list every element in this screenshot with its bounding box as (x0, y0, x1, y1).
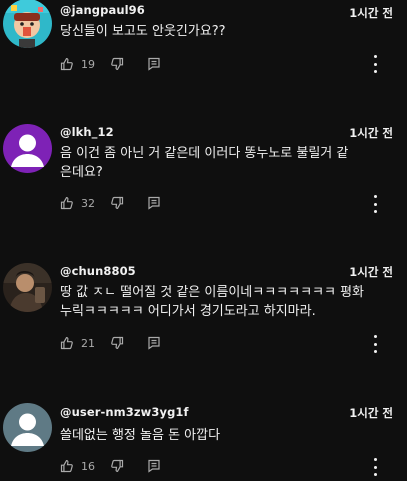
thumbs-up-icon[interactable] (60, 196, 74, 210)
thumbs-up-icon[interactable] (60, 336, 74, 350)
comment-text: 당신들이 보고도 안웃긴가요?? (60, 24, 226, 39)
avatar-photo-image (3, 263, 52, 312)
avatar-default-image (3, 124, 52, 173)
more-vertical-icon[interactable] (371, 195, 379, 213)
more-vertical-icon[interactable] (371, 335, 379, 353)
comment-actions: 32 (60, 193, 161, 213)
comment-author[interactable]: @jangpaul96 (60, 3, 145, 17)
more-vertical-icon[interactable] (371, 55, 379, 73)
comment-actions: 19 (60, 54, 161, 74)
comment-text: 땅 값 ㅈㄴ 떨어질 것 같은 이름이네ㅋㅋㅋㅋㅋㅋㅋ 평화 누릭ㅋㅋㅋㅋㅋ 어… (60, 285, 365, 319)
reply-icon[interactable] (147, 196, 161, 210)
comment-timestamp[interactable]: 1시간 전 (349, 405, 393, 421)
comment-item: @user-nm3zw3yg1f 1시간 전 쓸데없는 행정 놀음 돈 아깝다 … (0, 398, 407, 481)
reply-icon[interactable] (147, 459, 161, 473)
thumbs-up-icon[interactable] (60, 57, 74, 71)
comment-author[interactable]: @user-nm3zw3yg1f (60, 405, 189, 419)
avatar[interactable] (3, 263, 52, 312)
comment-timestamp[interactable]: 1시간 전 (349, 125, 393, 141)
avatar[interactable] (3, 124, 52, 173)
comment-author[interactable]: @lkh_12 (60, 125, 114, 139)
thumbs-up-icon[interactable] (60, 459, 74, 473)
reply-icon[interactable] (147, 336, 161, 350)
thumbs-down-icon[interactable] (110, 459, 124, 473)
comment-author[interactable]: @chun8805 (60, 264, 136, 278)
comment-item: @lkh_12 1시간 전 음 이건 좀 아닌 거 같은데 이러다 똥누노로 불… (0, 120, 407, 250)
comment-timestamp[interactable]: 1시간 전 (349, 5, 393, 21)
comment-timestamp[interactable]: 1시간 전 (349, 264, 393, 280)
thumbs-down-icon[interactable] (110, 196, 124, 210)
comment-actions: 16 (60, 456, 161, 476)
like-count: 19 (81, 57, 95, 71)
like-count: 21 (81, 336, 95, 350)
comment-text: 쓸데없는 행정 놀음 돈 아깝다 (60, 428, 221, 443)
thumbs-down-icon[interactable] (110, 57, 124, 71)
avatar-default-image (3, 403, 52, 452)
reply-icon[interactable] (147, 57, 161, 71)
comment-item: @jangpaul96 1시간 전 당신들이 보고도 안웃긴가요?? 19 (0, 0, 407, 120)
thumbs-down-icon[interactable] (110, 336, 124, 350)
avatar-cartoon-image (3, 0, 52, 48)
more-vertical-icon[interactable] (371, 458, 379, 476)
like-count: 16 (81, 459, 95, 473)
comment-actions: 21 (60, 333, 161, 353)
avatar[interactable] (3, 403, 52, 452)
avatar[interactable] (3, 0, 52, 48)
comment-text: 음 이건 좀 아닌 거 같은데 이러다 똥누노로 불릴거 같 은데요? (60, 146, 349, 180)
comment-item: @chun8805 1시간 전 땅 값 ㅈㄴ 떨어질 것 같은 이름이네ㅋㅋㅋㅋ… (0, 259, 407, 399)
like-count: 32 (81, 196, 95, 210)
